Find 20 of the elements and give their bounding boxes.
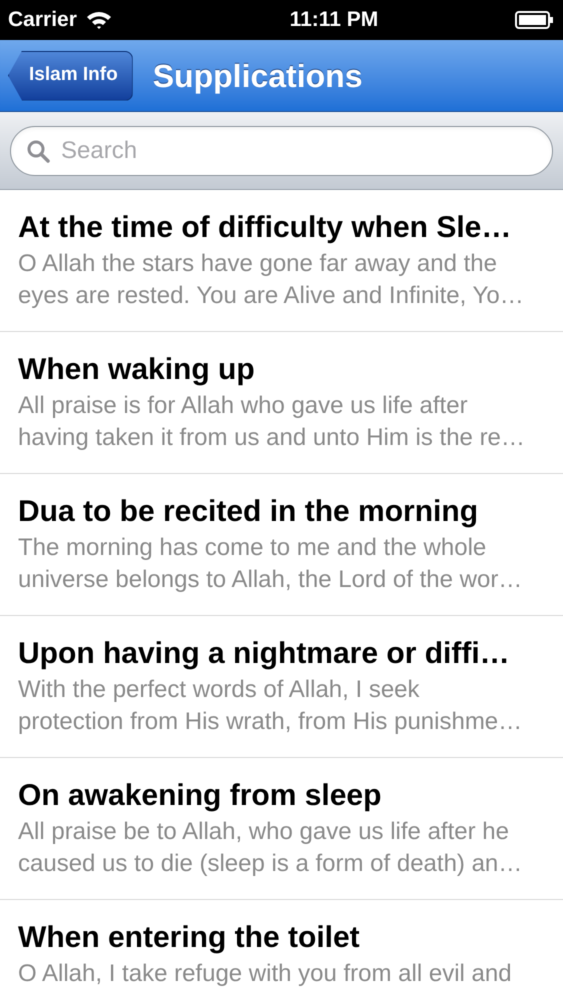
carrier-name: Carrier [8, 7, 77, 34]
item-description: O Allah the stars have gone far away and the eyes are rested. You are Alive and Infinite, Yo… [18, 249, 524, 311]
search-field[interactable]: Search [10, 126, 553, 176]
item-title: At the time of difficulty when Sle… [18, 210, 512, 246]
item-description: The morning has come to me and the whole universe belongs to Allah, the Lord of the wor… [18, 533, 522, 595]
wifi-icon [84, 10, 113, 30]
item-title: Upon having a nightmare or diffi… [18, 636, 510, 672]
search-icon [26, 138, 50, 162]
clock-time: 11:11 PM [290, 7, 378, 34]
item-title: On awakening from sleep [18, 778, 382, 814]
item-title: When entering the toilet [18, 920, 360, 956]
screen-title: Supplications [152, 56, 362, 96]
item-description: All praise is for Allah who gave us life after having taken it from us and unto Him is the re… [18, 391, 525, 453]
back-button[interactable]: Islam Info [8, 50, 133, 100]
item-title: When waking up [18, 352, 255, 388]
battery-icon [515, 10, 555, 30]
item-description: All praise be to Allah, who gave us life after he caused us to die (sleep is a form of death) an… [18, 817, 522, 879]
item-title: Dua to be recited in the morning [18, 494, 478, 530]
item-description: O Allah, I take refuge with you from all evil and [18, 959, 512, 989]
item-description: With the perfect words of Allah, I seek protection from His wrath, from His punishme… [18, 675, 522, 737]
